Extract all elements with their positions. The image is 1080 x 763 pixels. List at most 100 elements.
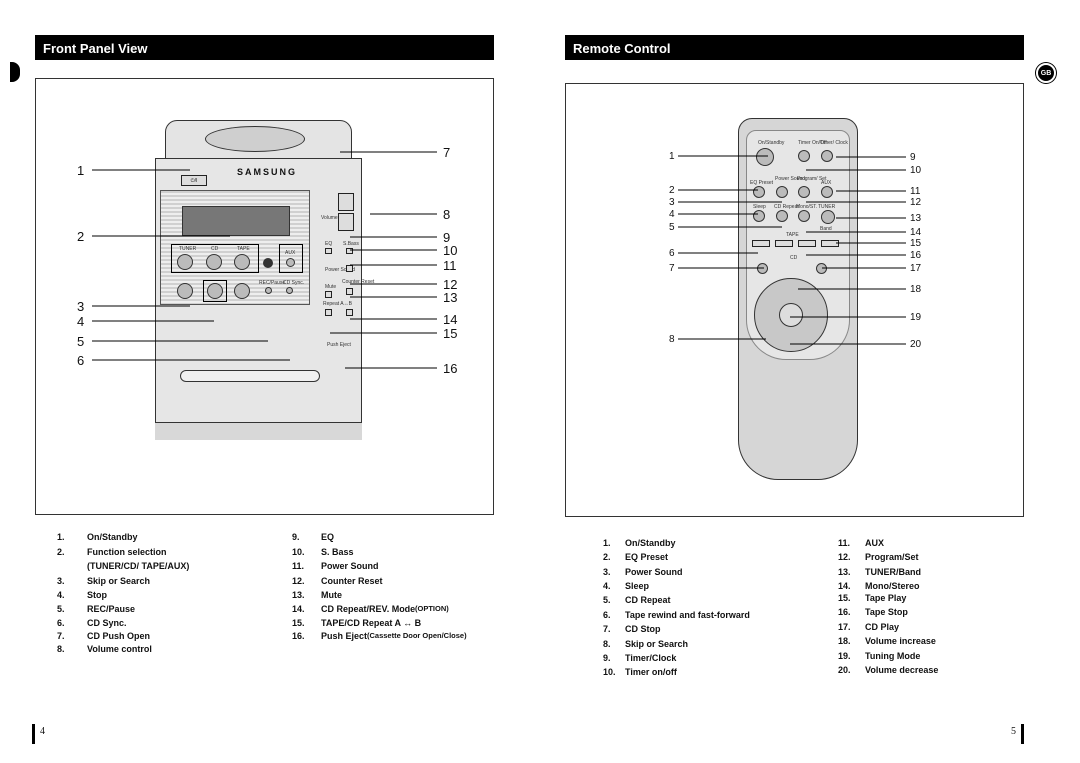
callout-number: 12 (910, 197, 922, 208)
legend-number: 1. (57, 532, 65, 542)
legend-text: Counter Reset (321, 576, 383, 586)
legend-item: 9. EQ (292, 532, 334, 542)
legend-note: (Cassette Door Open/Close) (367, 631, 467, 640)
legend-text: On/Standby (625, 538, 676, 548)
legend-number: 6. (57, 618, 65, 628)
legend-text: Tape Play (865, 593, 907, 603)
legend-number: 10. (292, 547, 305, 557)
legend-item: 10. S. Bass (292, 547, 354, 557)
legend-text: Program/Set (865, 552, 919, 562)
legend-item: 4. Sleep (603, 581, 649, 591)
legend-item: 5. REC/Pause (57, 604, 135, 614)
legend-item: 5. CD Repeat (603, 595, 671, 605)
legend-text: Tuning Mode (865, 651, 921, 661)
callout-number: 14 (443, 312, 458, 327)
legend-item: 16. Push Eject (Cassette Door Open/Close) (292, 631, 467, 641)
callout-number: 1 (77, 163, 85, 178)
legend-text: On/Standby (87, 532, 138, 542)
legend-text: Function selection (87, 547, 167, 557)
legend-item: 16. Tape Stop (838, 607, 908, 617)
legend-item: 4. Stop (57, 590, 107, 600)
legend-text: TUNER/Band (865, 567, 921, 577)
callout-number: 17 (910, 263, 922, 274)
legend-item: 15. TAPE/CD Repeat A ↔ B (292, 618, 421, 628)
legend-text: CD Sync. (87, 618, 127, 628)
legend-item: 2. EQ Preset (603, 552, 668, 562)
callout-number: 8 (669, 334, 675, 345)
callout-number: 5 (669, 222, 675, 233)
legend-item: 15. Tape Play (838, 593, 906, 603)
callout-number: 5 (77, 334, 85, 349)
legend-text: TAPE/CD Repeat A ↔ B (321, 618, 422, 628)
callout-number: 1 (669, 151, 675, 162)
legend-text: Volume increase (865, 636, 936, 646)
callout-number: 8 (443, 207, 451, 222)
legend-number: 3. (603, 567, 611, 577)
legend-text: REC/Pause (87, 604, 136, 614)
legend-number: 15. (838, 593, 851, 603)
legend-text: Volume decrease (865, 665, 939, 675)
legend-item: 20. Volume decrease (838, 665, 938, 675)
legend-text: Power Sound (625, 567, 683, 577)
legend-item: 12. Program/Set (838, 552, 919, 562)
legend-text: Stop (87, 590, 107, 600)
legend-text: Skip or Search (625, 639, 689, 649)
legend-text: Volume control (87, 644, 152, 654)
callout-number: 18 (910, 284, 922, 295)
legend-item: 10. Timer on/off (603, 667, 677, 677)
legend-item: 12. Counter Reset (292, 576, 383, 586)
page-bar-right (1021, 724, 1024, 744)
legend-number: 4. (57, 590, 65, 600)
legend-item: 19. Tuning Mode (838, 651, 920, 661)
legend-item: 7. CD Stop (603, 624, 661, 634)
callout-number: 19 (910, 312, 922, 323)
legend-item: 11. AUX (838, 538, 884, 548)
legend-number: 4. (603, 581, 611, 591)
legend-number: 13. (292, 590, 305, 600)
callout-number: 9 (910, 152, 916, 163)
callout-number: 7 (443, 145, 451, 160)
legend-text: S. Bass (321, 547, 354, 557)
legend-number: 9. (603, 653, 611, 663)
legend-item: 14. Mono/Stereo (838, 581, 920, 591)
legend-text: Timer/Clock (625, 653, 677, 663)
callout-number: 20 (910, 339, 922, 350)
callout-number: 10 (443, 243, 458, 258)
legend-item: 8. Skip or Search (603, 639, 688, 649)
legend-number: 12. (292, 576, 305, 586)
legend-text: Push Eject (321, 631, 368, 641)
legend-text: Skip or Search (87, 576, 151, 586)
callout-number: 6 (669, 248, 675, 259)
legend-item: 9. Timer/Clock (603, 653, 676, 663)
legend-number: 16. (292, 631, 305, 641)
legend-text: CD Play (865, 622, 900, 632)
legend-item: 18. Volume increase (838, 636, 936, 646)
legend-text: (TUNER/CD/ TAPE/AUX) (87, 561, 190, 571)
legend-text: CD Push Open (87, 631, 151, 641)
callout-lines (92, 151, 906, 369)
legend-item: 3. Skip or Search (57, 576, 150, 586)
legend-text: AUX (865, 538, 885, 548)
legend-number: 16. (838, 607, 851, 617)
legend-item: 1. On/Standby (57, 532, 138, 542)
legend-number: 7. (57, 631, 65, 641)
page-number-right: 5 (1011, 726, 1016, 737)
legend-number: 14. (292, 604, 305, 614)
legend-item: 17. CD Play (838, 622, 899, 632)
legend-number: 18. (838, 636, 851, 646)
legend-text: Timer on/off (625, 667, 677, 677)
legend-number: 8. (603, 639, 611, 649)
callout-number: 16 (443, 361, 458, 376)
legend-number: 20. (838, 665, 851, 675)
callout-number: 11 (443, 258, 457, 273)
legend-item: 3. Power Sound (603, 567, 683, 577)
callout-number: 13 (910, 213, 922, 224)
callout-number: 10 (910, 165, 922, 176)
legend-item: 14. CD Repeat/REV. Mode (OPTION) (292, 604, 449, 614)
legend-text: EQ (321, 532, 335, 542)
legend-text: Sleep (625, 581, 650, 591)
legend-number: 9. (292, 532, 300, 542)
legend-item: 2. Function selection (57, 547, 167, 557)
legend-text: CD Stop (625, 624, 661, 634)
legend-number: 11. (838, 538, 851, 548)
